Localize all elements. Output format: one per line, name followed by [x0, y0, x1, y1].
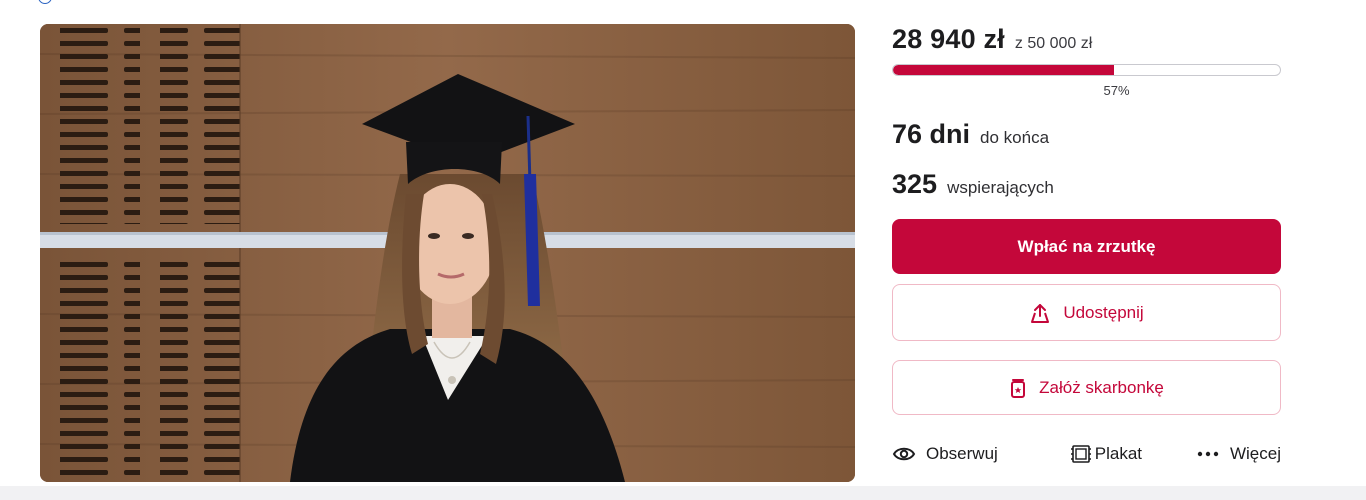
- top-link-fragment[interactable]: [38, 0, 52, 4]
- days-remaining: 76 dni do końca: [892, 119, 1281, 151]
- progress-percentage: 57%: [1103, 83, 1130, 98]
- page-bottom-strip: [0, 486, 1366, 500]
- more-label: Więcej: [1229, 444, 1281, 463]
- campaign-summary-panel: 28 940 zł z 50 000 zł 57% 76 dni do końc…: [892, 24, 1281, 465]
- follow-action[interactable]: Obserwuj: [892, 444, 998, 464]
- more-action[interactable]: Więcej: [1196, 444, 1281, 464]
- share-icon: [1029, 302, 1051, 324]
- share-label: Udostępnij: [1063, 302, 1144, 322]
- supporters-label: wspierających: [947, 178, 1054, 197]
- amount-row: 28 940 zł z 50 000 zł: [892, 24, 1281, 56]
- graduate-photo-illustration: [40, 24, 855, 482]
- donate-button[interactable]: Wpłać na zrzutkę: [892, 219, 1281, 274]
- poster-icon: [1070, 443, 1092, 465]
- create-piggy-bank-button[interactable]: Załóż skarbonkę: [892, 360, 1281, 415]
- goal-amount: z 50 000 zł: [1014, 35, 1093, 52]
- supporters-count: 325 wspierających: [892, 169, 1281, 201]
- progress-fill: [893, 65, 1114, 75]
- follow-label: Obserwuj: [926, 444, 998, 463]
- campaign-page: 28 940 zł z 50 000 zł 57% 76 dni do końc…: [0, 0, 1366, 500]
- days-value: 76 dni: [892, 119, 971, 149]
- progress-bar: [892, 64, 1281, 76]
- campaign-photo[interactable]: [40, 24, 855, 482]
- days-label: do końca: [980, 128, 1050, 147]
- poster-label: Plakat: [1094, 444, 1143, 463]
- eye-icon: [892, 445, 916, 463]
- share-button[interactable]: Udostępnij: [892, 284, 1281, 341]
- supporters-value: 325: [892, 169, 938, 199]
- raised-amount: 28 940 zł: [892, 24, 1005, 54]
- poster-action[interactable]: Plakat: [1070, 443, 1142, 465]
- piggy-bank-label: Załóż skarbonkę: [1039, 377, 1164, 397]
- secondary-actions: Obserwuj Plakat Więcej: [892, 443, 1281, 465]
- more-dots-icon: [1196, 450, 1220, 458]
- info-icon: [38, 0, 52, 4]
- piggy-bank-icon: [1009, 377, 1027, 399]
